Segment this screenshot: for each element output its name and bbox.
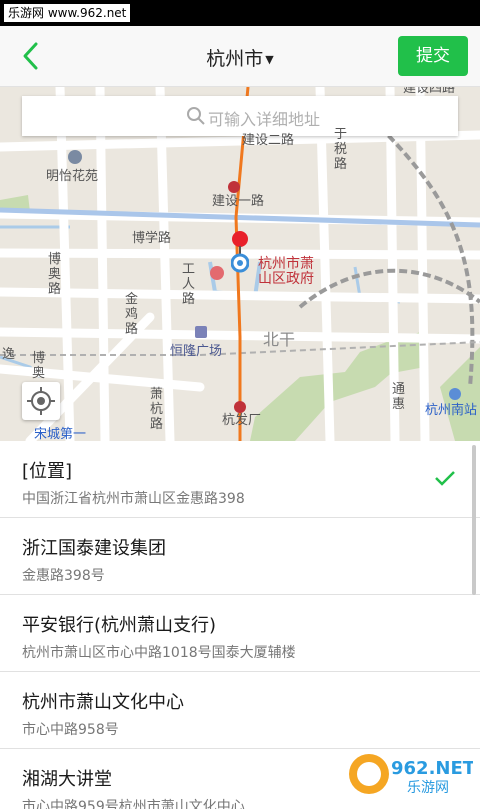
map-label: 于税路	[334, 127, 348, 172]
map-label: 杭发厂	[222, 413, 262, 428]
watermark-sub: 乐游网	[407, 780, 449, 796]
check-icon	[435, 471, 455, 486]
locate-me-button[interactable]	[22, 382, 60, 420]
government-poi-label: 杭州市萧山区政府	[258, 256, 314, 287]
search-icon	[187, 107, 205, 125]
map-label: 宋城第一	[34, 427, 87, 441]
address-search-box[interactable]: 可输入详细地址	[22, 96, 458, 136]
poi-name: 杭州市萧山文化中心	[22, 692, 184, 713]
poi-address: 市心中路958号	[22, 722, 119, 738]
list-item[interactable]: 平安银行(杭州萧山支行) 杭州市萧山区市心中路1018号国泰大厦辅楼	[0, 595, 480, 672]
list-item[interactable]: 杭州市萧山文化中心 市心中路958号	[0, 672, 480, 749]
watermark-text: 962.NET	[391, 758, 473, 779]
poi-address: 中国浙江省杭州市萧山区金惠路398	[22, 491, 245, 507]
map-label: 博学路	[132, 231, 172, 246]
map-label: 萧杭路	[150, 387, 164, 432]
status-bar: 乐游网 www.962.net	[0, 0, 480, 26]
poi-address: 金惠路398号	[22, 568, 105, 584]
list-item[interactable]: 浙江国泰建设集团 金惠路398号	[0, 518, 480, 595]
map-label: 明怡花苑	[46, 169, 99, 184]
map-label: 杭州南站	[425, 403, 478, 418]
poi-address: 杭州市萧山区市心中路1018号国泰大厦辅楼	[22, 645, 296, 661]
location-pin-icon	[231, 231, 249, 273]
map-label: 通惠	[392, 382, 406, 412]
poi-name: [位置]	[22, 461, 73, 482]
map-label: 建设四路	[403, 87, 456, 96]
map-label: 工人路	[182, 262, 196, 307]
map-label: 金鸡路	[125, 292, 139, 337]
search-placeholder: 可输入详细地址	[208, 110, 321, 129]
map-label: 逸	[2, 347, 16, 362]
map-view[interactable]: 可输入详细地址 建设四路 建设二路 于税路 明怡花苑 建设一路 博学路 博奥路 …	[0, 87, 480, 441]
map-label: 建设一路	[212, 194, 265, 209]
watermark-logo: 962.NET 乐游网	[349, 754, 473, 796]
city-title: 杭州市	[206, 48, 264, 70]
map-label: 博奥	[32, 351, 46, 381]
map-label: 建设二路	[242, 133, 295, 148]
poi-name: 湘湖大讲堂	[22, 769, 112, 790]
status-watermark-text: 乐游网 www.962.net	[4, 4, 131, 22]
map-label: 北干	[263, 330, 296, 349]
locate-icon	[27, 387, 55, 415]
map-label: 恒隆广场	[170, 344, 223, 359]
submit-button[interactable]: 提交	[398, 36, 468, 76]
poi-address: 市心中路959号杭州市萧山文化中心	[22, 799, 245, 809]
top-bar: 杭州市 ▼ 提交	[0, 26, 480, 87]
poi-name: 平安银行(杭州萧山支行)	[22, 615, 217, 636]
list-scrollbar[interactable]	[472, 445, 476, 595]
poi-name: 浙江国泰建设集团	[22, 538, 166, 559]
list-item[interactable]: [位置] 中国浙江省杭州市萧山区金惠路398	[0, 441, 480, 518]
map-label: 博奥路	[48, 252, 62, 297]
caret-down-icon: ▼	[265, 53, 274, 66]
